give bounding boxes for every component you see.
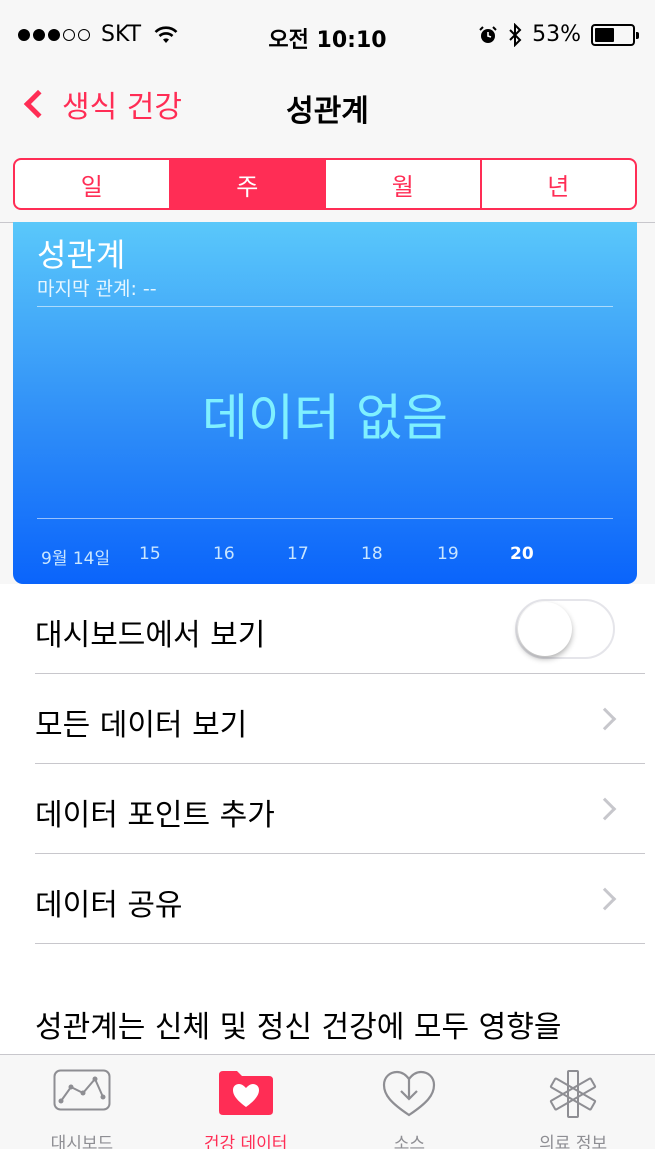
description-text: 성관계는 신체 및 정신 건강에 모두 영향을: [35, 1010, 562, 1045]
battery-percent: 53%: [532, 22, 581, 47]
chart-card[interactable]: 성관계 마지막 관계: -- 데이터 없음 9월 14일 15 16 17 18…: [13, 222, 637, 584]
status-right: 53%: [468, 22, 639, 47]
tab-bar: 대시보드 건강 데이터 소스 의료 정보: [0, 1054, 655, 1149]
no-data-message: 데이터 없음: [202, 389, 448, 447]
share-data-row[interactable]: 데이터 공유: [35, 854, 645, 944]
page-title: 성관계: [286, 94, 369, 129]
health-data-icon: [218, 1071, 273, 1115]
x-label: 16: [213, 544, 235, 564]
alarm-icon: [479, 25, 497, 43]
tab-label: 소스: [393, 1134, 426, 1149]
x-label: 19: [437, 544, 459, 564]
add-data-point-label: 데이터 포인트 추가: [35, 798, 275, 833]
segment-month[interactable]: 월: [326, 160, 482, 208]
show-on-dashboard-label: 대시보드에서 보기: [35, 618, 266, 653]
status-bar: SKT 오전 10:10 53%: [0, 0, 655, 74]
show-all-data-label: 모든 데이터 보기: [35, 708, 248, 743]
x-label: 9월 14일: [41, 549, 111, 569]
chevron-right-icon: [593, 797, 617, 821]
dashboard-icon: [53, 1069, 111, 1111]
segment-year[interactable]: 년: [482, 160, 636, 208]
chevron-right-icon: [593, 707, 617, 731]
segment-day[interactable]: 일: [15, 160, 171, 208]
tab-health-data[interactable]: 건강 데이터: [164, 1055, 328, 1149]
tab-label: 건강 데이터: [203, 1134, 288, 1149]
sources-icon: [383, 1070, 436, 1117]
tab-label: 의료 정보: [539, 1134, 608, 1149]
x-label: 15: [139, 544, 161, 564]
tab-label: 대시보드: [50, 1134, 114, 1149]
x-label: 18: [361, 544, 383, 564]
options-list: 대시보드에서 보기 모든 데이터 보기 데이터 포인트 추가 데이터 공유 성관…: [0, 584, 655, 1054]
medical-id-icon: [550, 1070, 597, 1118]
battery-fill: [595, 27, 615, 42]
tab-sources[interactable]: 소스: [328, 1055, 492, 1149]
show-all-data-row[interactable]: 모든 데이터 보기: [35, 674, 645, 764]
show-on-dashboard-row: 대시보드에서 보기: [35, 584, 645, 674]
navigation-bar: 생식 건강 성관계: [0, 74, 655, 138]
period-segmented-control: 일 주 월 년: [13, 158, 637, 210]
tab-dashboard[interactable]: 대시보드: [0, 1055, 164, 1149]
add-data-point-row[interactable]: 데이터 포인트 추가: [35, 764, 645, 854]
chart-top-rule: [37, 306, 613, 307]
bluetooth-icon: [509, 22, 522, 47]
toggle-knob: [518, 602, 572, 656]
x-label-current: 20: [510, 544, 534, 564]
chevron-right-icon: [593, 887, 617, 911]
last-activity-label: 마지막 관계: --: [37, 278, 157, 300]
segment-week[interactable]: 주: [170, 160, 326, 208]
tab-medical-id[interactable]: 의료 정보: [491, 1055, 655, 1149]
share-data-label: 데이터 공유: [35, 888, 183, 923]
battery-icon: [591, 23, 639, 46]
x-label: 17: [287, 544, 309, 564]
show-on-dashboard-toggle[interactable]: [515, 599, 615, 659]
chart-title: 성관계: [37, 236, 126, 274]
chart-baseline: [37, 518, 613, 519]
x-axis-labels: 9월 14일 15 16 17 18 19 20: [13, 544, 637, 569]
